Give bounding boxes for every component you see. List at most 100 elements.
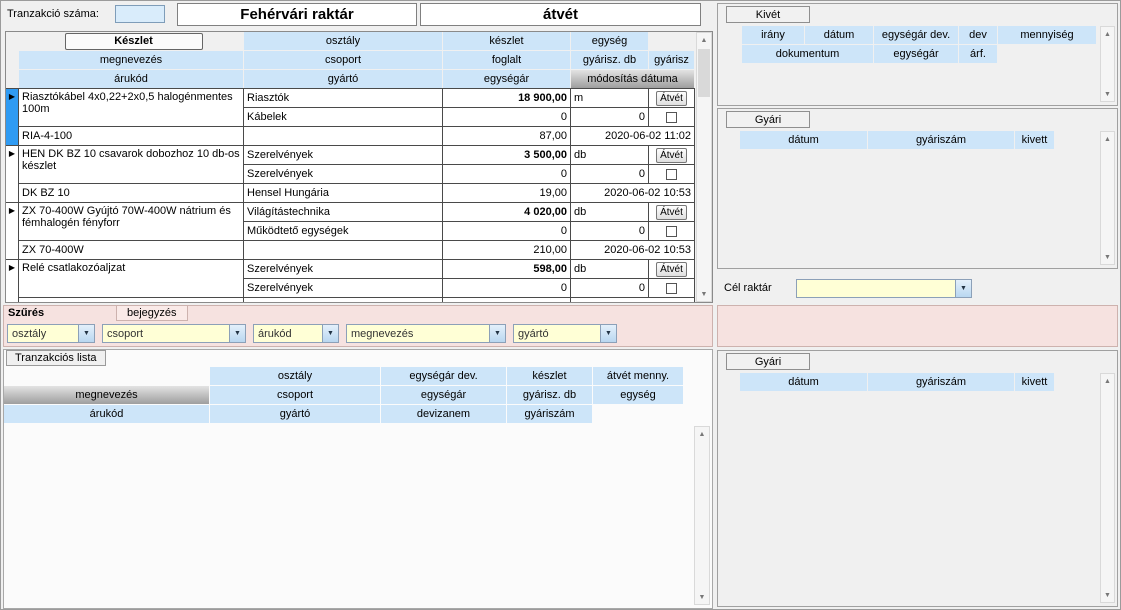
chevron-down-icon[interactable]: ▼ [489, 325, 505, 342]
cell-arukod[interactable]: ZX 70-400W [19, 241, 243, 259]
tab-bejegyzes[interactable]: bejegyzés [116, 306, 188, 321]
cell-osztaly[interactable]: Világítástechnika [244, 203, 442, 221]
column-header-foglalt[interactable]: foglalt [443, 51, 570, 69]
cell-foglalt[interactable]: 0 [443, 165, 570, 183]
scroll-thumb[interactable] [698, 49, 710, 97]
atvet-button[interactable]: Átvét [656, 148, 687, 163]
column-header-csoport[interactable]: csoport [210, 386, 380, 404]
cell-gyarto[interactable] [244, 241, 442, 259]
tab-tranzakcios-lista[interactable]: Tranzakciós lista [6, 350, 106, 366]
cell-arukod[interactable] [19, 298, 243, 302]
chevron-down-icon[interactable]: ▼ [229, 325, 245, 342]
column-header-osztaly[interactable]: osztály [210, 367, 380, 385]
column-header-kivett[interactable]: kivett [1015, 131, 1054, 149]
cell-keszlet[interactable]: 598,00 [443, 260, 570, 278]
column-header-keszlet[interactable]: készlet [507, 367, 592, 385]
column-header-egysegar-dev[interactable]: egységár dev. [381, 367, 506, 385]
scroll-down-icon[interactable]: ▼ [1101, 250, 1114, 264]
transaction-list-scrollbar[interactable]: ▲ ▼ [694, 426, 710, 605]
atvet-button[interactable]: Átvét [656, 91, 687, 106]
cell-egyseg[interactable]: db [571, 203, 648, 221]
column-header-arukod[interactable]: árukód [19, 70, 243, 88]
atvet-button[interactable]: Átvét [656, 262, 687, 277]
cell-gyarisz-db[interactable]: 0 [571, 279, 648, 297]
column-header-modositas-datuma[interactable]: módosítás dátuma [571, 70, 694, 88]
atvet-checkbox[interactable] [666, 112, 677, 123]
column-header-irany[interactable]: irány [742, 26, 804, 44]
cell-modositas-datuma[interactable]: 2020-06-02 10:53 [571, 241, 694, 259]
cell-modositas-datuma[interactable] [571, 298, 694, 302]
cell-egyseg[interactable]: m [571, 89, 648, 107]
column-header-datum[interactable]: dátum [740, 373, 867, 391]
scroll-down-icon[interactable]: ▼ [697, 287, 711, 301]
table-row[interactable]: ▶ Riasztókábel 4x0,22+2x0,5 halogénmente… [6, 89, 695, 146]
cell-csoport[interactable]: Működtető egységek [244, 222, 442, 240]
filter-combo-csoport[interactable]: csoport ▼ [102, 324, 246, 343]
table-row[interactable]: ▶ HEN DK BZ 10 csavarok dobozhoz 10 db-o… [6, 146, 695, 203]
cell-megnevezes[interactable]: Riasztókábel 4x0,22+2x0,5 halogénmentes … [19, 89, 243, 126]
column-header-datum[interactable]: dátum [740, 131, 867, 149]
gyari-top-scrollbar[interactable]: ▲ ▼ [1100, 131, 1115, 265]
column-header-arukod[interactable]: árukód [4, 405, 209, 423]
column-header-gyarto[interactable]: gyártó [210, 405, 380, 423]
keszlet-button[interactable]: Készlet [65, 33, 203, 50]
cell-egyseg[interactable]: db [571, 146, 648, 164]
cell-egysegar[interactable]: 210,00 [443, 241, 570, 259]
transaction-number-input[interactable] [115, 5, 165, 23]
atvet-button[interactable]: Átvét [656, 205, 687, 220]
column-header-gyariszam[interactable]: gyáriszám [868, 131, 1014, 149]
atvet-checkbox[interactable] [666, 283, 677, 294]
column-header-gyarto[interactable]: gyártó [244, 70, 442, 88]
atvet-checkbox[interactable] [666, 169, 677, 180]
column-header-egyseg[interactable]: egység [571, 32, 648, 50]
cell-modositas-datuma[interactable]: 2020-06-02 11:02 [571, 127, 694, 145]
column-header-datum[interactable]: dátum [805, 26, 873, 44]
cell-gyarto[interactable] [244, 127, 442, 145]
column-header-egysegar[interactable]: egységár [874, 45, 958, 63]
table-row[interactable]: ▶ ZX 70-400W Gyújtó 70W-400W nátrium és … [6, 203, 695, 260]
column-header-gyarisz-db[interactable]: gyárisz. db [571, 51, 648, 69]
cell-gyarto[interactable] [244, 298, 442, 302]
filter-combo-arukod[interactable]: árukód ▼ [253, 324, 339, 343]
scroll-up-icon[interactable]: ▲ [697, 33, 711, 47]
atvet-checkbox[interactable] [666, 226, 677, 237]
column-header-atvet-menny[interactable]: átvét menny. [593, 367, 683, 385]
stock-scrollbar[interactable]: ▲ ▼ [696, 32, 712, 302]
column-header-gyarisz[interactable]: gyárisz [649, 51, 694, 69]
column-header-gyariszam[interactable]: gyáriszám [868, 373, 1014, 391]
cell-egysegar[interactable]: 87,00 [443, 127, 570, 145]
column-header-egysegar[interactable]: egységár [381, 386, 506, 404]
cell-foglalt[interactable]: 0 [443, 279, 570, 297]
column-header-egysegar[interactable]: egységár [443, 70, 570, 88]
scroll-up-icon[interactable]: ▲ [1101, 132, 1114, 146]
cell-gyarisz-db[interactable]: 0 [571, 165, 648, 183]
column-header-egysegar-dev[interactable]: egységár dev. [874, 26, 958, 44]
cell-foglalt[interactable]: 0 [443, 108, 570, 126]
table-row[interactable]: ▶ Relé csatlakozóaljzat Szerelvények Sze… [6, 260, 695, 302]
gyari-button[interactable]: Gyári [726, 353, 810, 370]
column-header-mennyiseg[interactable]: mennyiség [998, 26, 1096, 44]
column-header-csoport[interactable]: csoport [244, 51, 442, 69]
kivet-button[interactable]: Kivét [726, 6, 810, 23]
scroll-down-icon[interactable]: ▼ [1101, 87, 1114, 101]
column-header-gyarisz-db[interactable]: gyárisz. db [507, 386, 592, 404]
gyari-bottom-scrollbar[interactable]: ▲ ▼ [1100, 373, 1115, 603]
cell-modositas-datuma[interactable]: 2020-06-02 10:53 [571, 184, 694, 202]
column-header-egyseg[interactable]: egység [593, 386, 683, 404]
column-header-dokumentum[interactable]: dokumentum [742, 45, 873, 63]
cell-keszlet[interactable]: 3 500,00 [443, 146, 570, 164]
gyari-button[interactable]: Gyári [726, 111, 810, 128]
scroll-up-icon[interactable]: ▲ [1101, 27, 1114, 41]
cell-osztaly[interactable]: Riasztók [244, 89, 442, 107]
scroll-up-icon[interactable]: ▲ [1101, 374, 1114, 388]
cell-keszlet[interactable]: 18 900,00 [443, 89, 570, 107]
chevron-down-icon[interactable]: ▼ [600, 325, 616, 342]
column-header-arf[interactable]: árf. [959, 45, 997, 63]
cell-foglalt[interactable]: 0 [443, 222, 570, 240]
cell-megnevezes[interactable]: Relé csatlakozóaljzat [19, 260, 243, 297]
cell-egyseg[interactable]: db [571, 260, 648, 278]
kivet-scrollbar[interactable]: ▲ ▼ [1100, 26, 1115, 102]
column-header-keszlet[interactable]: készlet [443, 32, 570, 50]
scroll-down-icon[interactable]: ▼ [695, 590, 709, 604]
cell-arukod[interactable]: DK BZ 10 [19, 184, 243, 202]
